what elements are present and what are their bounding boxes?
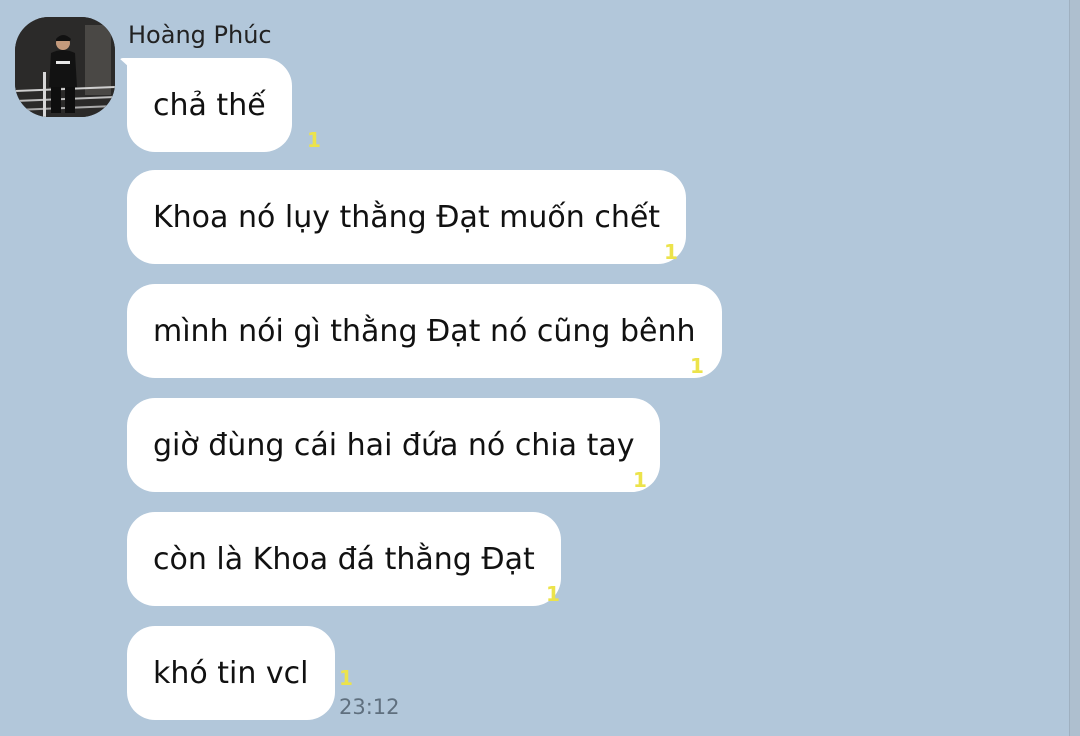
message-text: chả thế bbox=[153, 87, 266, 123]
message-text: giờ đùng cái hai đứa nó chia tay bbox=[153, 427, 635, 463]
sender-avatar[interactable] bbox=[15, 17, 115, 117]
sender-name: Hoàng Phúc bbox=[128, 21, 272, 49]
message-bubble[interactable]: chả thế bbox=[127, 58, 292, 152]
message-text: còn là Khoa đá thằng Đạt bbox=[153, 541, 535, 577]
unread-count: 1 bbox=[339, 666, 353, 690]
avatar-photo-icon bbox=[15, 17, 115, 117]
message-timestamp: 23:12 bbox=[339, 695, 400, 719]
unread-count: 1 bbox=[633, 468, 647, 492]
unread-count: 1 bbox=[546, 582, 560, 606]
message-bubble[interactable]: khó tin vcl bbox=[127, 626, 335, 720]
scrollbar[interactable] bbox=[1069, 0, 1080, 736]
message-bubble[interactable]: giờ đùng cái hai đứa nó chia tay bbox=[127, 398, 661, 492]
unread-count: 1 bbox=[307, 128, 321, 152]
message-text: khó tin vcl bbox=[153, 655, 309, 691]
message-bubble[interactable]: còn là Khoa đá thằng Đạt bbox=[127, 512, 561, 606]
message-text: Khoa nó lụy thằng Đạt muốn chết bbox=[153, 199, 661, 235]
unread-count: 1 bbox=[690, 354, 704, 378]
message-bubble[interactable]: Khoa nó lụy thằng Đạt muốn chết bbox=[127, 170, 687, 264]
unread-count: 1 bbox=[664, 240, 678, 264]
message-text: mình nói gì thằng Đạt nó cũng bênh bbox=[153, 313, 696, 349]
message-bubble[interactable]: mình nói gì thằng Đạt nó cũng bênh bbox=[127, 284, 722, 378]
